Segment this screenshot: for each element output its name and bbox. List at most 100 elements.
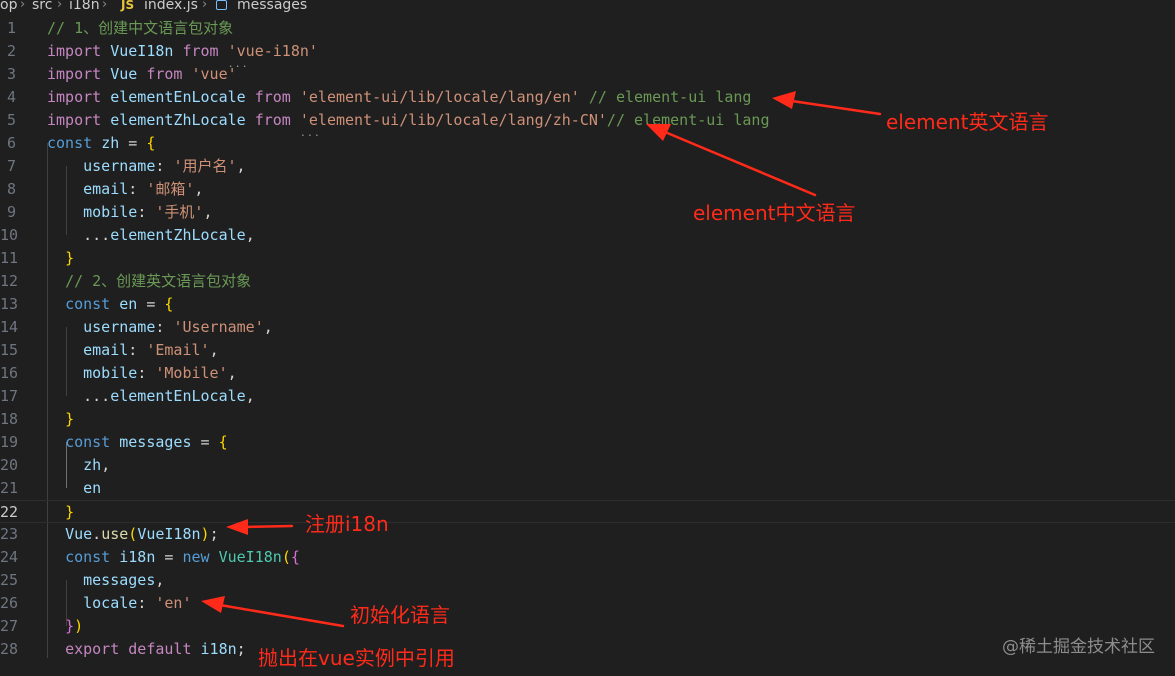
- chevron-right-icon: ›: [202, 0, 208, 12]
- line-number: 9: [6, 203, 16, 221]
- line-number: 10: [0, 226, 19, 244]
- line-number: 13: [0, 295, 19, 313]
- line-number: 17: [0, 387, 19, 405]
- keyword-import: import: [47, 65, 102, 83]
- identifier: elementEnLocale: [110, 387, 246, 405]
- comment: // element-ui lang: [606, 111, 770, 129]
- code-line[interactable]: 8 email: '邮箱',: [0, 178, 1175, 201]
- punctuation: ;: [209, 525, 219, 543]
- watermark: @稀土掘金技术社区: [1002, 637, 1155, 657]
- keyword-import: import: [47, 111, 102, 129]
- annotation-en-lang: element英文语言: [886, 110, 1049, 134]
- variable-symbol-icon: [216, 0, 227, 10]
- keyword-from: from: [254, 111, 291, 129]
- line-number: 1: [6, 19, 16, 37]
- operator: =: [119, 134, 147, 152]
- code-line[interactable]: 27 }): [0, 615, 1175, 638]
- keyword-from: from: [254, 88, 291, 106]
- code-line[interactable]: 17 ...elementEnLocale,: [0, 385, 1175, 408]
- string-literal: 'vue': [191, 65, 237, 83]
- code-line[interactable]: 19 const messages = {: [0, 431, 1175, 454]
- punctuation: ,: [209, 341, 219, 359]
- string-literal: 'element-ui/lib/locale/lang/en': [299, 88, 580, 106]
- line-number: 15: [0, 341, 19, 359]
- code-line[interactable]: 23 Vue.use(VueI18n);: [0, 523, 1175, 546]
- code-line[interactable]: 21 en: [0, 477, 1175, 500]
- property-key: email: [83, 180, 129, 198]
- chevron-right-icon: ›: [20, 0, 26, 12]
- identifier: i18n: [119, 548, 156, 566]
- punctuation: ,: [236, 157, 246, 175]
- code-line[interactable]: 7 username: '用户名',: [0, 155, 1175, 178]
- code-line[interactable]: 28 export default i18n;: [0, 638, 1175, 661]
- code-line[interactable]: 15 email: 'Email',: [0, 339, 1175, 362]
- punctuation: :: [155, 318, 174, 336]
- breadcrumb-file[interactable]: index.js: [144, 0, 198, 12]
- identifier: messages: [83, 571, 156, 589]
- annotation-zh-lang: element中文语言: [693, 201, 856, 225]
- bracket: {: [218, 433, 228, 451]
- bracket: }: [65, 249, 75, 267]
- string-literal: '用户名': [173, 157, 237, 175]
- annotation-export: 抛出在vue实例中引用: [258, 646, 455, 670]
- breadcrumb-folder-i18n[interactable]: i18n: [69, 0, 100, 12]
- operator: =: [155, 548, 183, 566]
- breadcrumb-symbol[interactable]: messages: [237, 0, 307, 12]
- class-name: VueI18n: [218, 548, 282, 566]
- line-number: 19: [0, 433, 19, 451]
- code-line[interactable]: 14 username: 'Username',: [0, 316, 1175, 339]
- comment: // 2、创建英文语言包对象: [65, 272, 252, 290]
- code-line[interactable]: 26 locale: 'en': [0, 592, 1175, 615]
- punctuation: :: [137, 594, 156, 612]
- punctuation: ,: [101, 456, 111, 474]
- string-literal: 'Mobile': [155, 364, 228, 382]
- string-literal: 'element-ui/lib/locale/lang/zh-CN': [300, 111, 607, 129]
- spread-operator: ...: [83, 226, 111, 244]
- code-line[interactable]: 18 }: [0, 408, 1175, 431]
- bracket: {: [290, 548, 300, 566]
- code-line[interactable]: 11 }: [0, 247, 1175, 270]
- keyword-import: import: [47, 88, 102, 106]
- keyword-default: default: [128, 640, 192, 658]
- property-key: username: [83, 157, 156, 175]
- code-line[interactable]: 4 import elementEnLocale from 'element-ui…: [0, 86, 1175, 109]
- comment: // 1、创建中文语言包对象: [47, 19, 234, 37]
- property-key: mobile: [83, 203, 138, 221]
- code-line[interactable]: 25 messages,: [0, 569, 1175, 592]
- line-number: 24: [0, 548, 19, 566]
- identifier: messages: [119, 433, 192, 451]
- bracket: ): [74, 617, 84, 635]
- keyword-from: from: [146, 65, 183, 83]
- punctuation: ;: [236, 640, 246, 658]
- line-number-active: 22: [0, 503, 19, 521]
- breadcrumb-root[interactable]: op: [0, 0, 17, 12]
- code-line[interactable]: 3 import Vue from 'vue': [0, 63, 1175, 86]
- line-number: 20: [0, 456, 19, 474]
- code-line[interactable]: 24 const i18n = new VueI18n({: [0, 546, 1175, 569]
- breadcrumb-folder-src[interactable]: src: [32, 0, 52, 12]
- chevron-right-icon: ›: [102, 0, 108, 12]
- code-line[interactable]: 2 import VueI18n from 'vue-i18n': [0, 40, 1175, 63]
- string-literal: 'Email': [146, 341, 210, 359]
- line-number: 26: [0, 594, 19, 612]
- property-key: locale: [83, 594, 138, 612]
- bracket: (: [281, 548, 291, 566]
- code-line[interactable]: 10 ...elementZhLocale,: [0, 224, 1175, 247]
- punctuation: .: [92, 525, 102, 543]
- keyword-const: const: [47, 134, 93, 152]
- code-line[interactable]: 9 mobile: '手机',: [0, 201, 1175, 224]
- line-number: 21: [0, 479, 19, 497]
- code-line[interactable]: 13 const en = {: [0, 293, 1175, 316]
- line-number: 16: [0, 364, 19, 382]
- code-line[interactable]: 12 // 2、创建英文语言包对象: [0, 270, 1175, 293]
- line-number: 2: [6, 42, 16, 60]
- code-line[interactable]: 1 // 1、创建中文语言包对象: [0, 17, 1175, 40]
- code-line[interactable]: 16 mobile: 'Mobile',: [0, 362, 1175, 385]
- property-key: email: [83, 341, 129, 359]
- code-line-current[interactable]: 22 }: [0, 500, 1175, 523]
- code-line[interactable]: 20 zh,: [0, 454, 1175, 477]
- keyword-from: from: [182, 42, 219, 60]
- code-line[interactable]: 6 const zh = {: [0, 132, 1175, 155]
- string-literal: '邮箱': [146, 180, 195, 198]
- line-number: 28: [0, 640, 19, 658]
